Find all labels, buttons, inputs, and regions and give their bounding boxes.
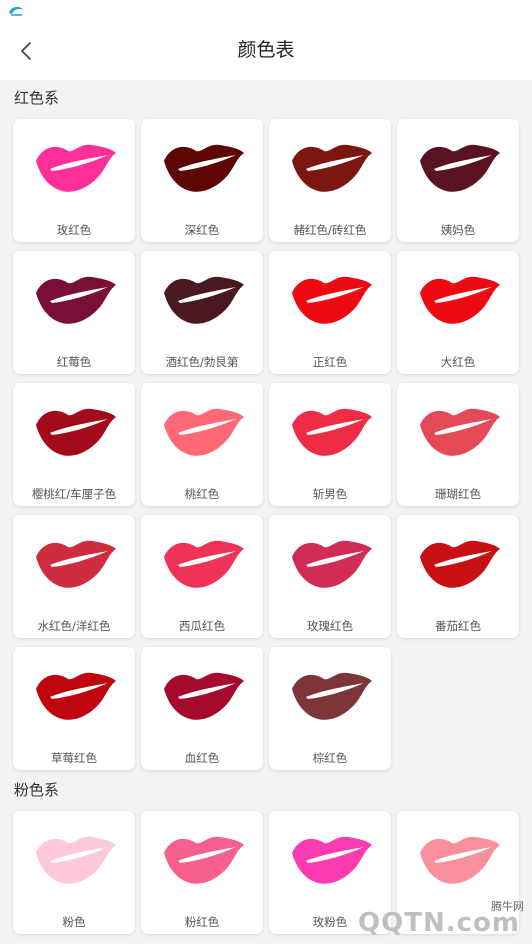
color-name-label: 酒红色/勃艮第: [165, 355, 239, 369]
lips-icon: [164, 144, 244, 192]
lips-shape: [36, 144, 116, 192]
color-name-label: 玫红色: [56, 223, 92, 237]
lips-shape: [420, 540, 500, 588]
lips-shape: [164, 276, 244, 324]
color-card[interactable]: 红莓色: [13, 251, 135, 374]
color-name-label: 深红色: [184, 223, 220, 237]
color-name-label: 姨妈色: [440, 223, 476, 237]
lips-icon: [420, 540, 500, 588]
color-card[interactable]: 大红色: [397, 251, 519, 374]
color-name-label: 西瓜红色: [179, 619, 225, 633]
color-name-label: 樱桃红/车厘子色: [31, 487, 117, 501]
color-name-label: 水红色/洋红色: [37, 619, 111, 633]
color-card[interactable]: 粉红色: [141, 811, 263, 934]
app-header: 颜色表: [0, 22, 532, 80]
color-card[interactable]: 酒红色/勃艮第: [141, 251, 263, 374]
red-color-grid: 玫红色 深红色 赭红色/砖红色 姨妈色红莓色 酒红色/勃艮第 正红色 大红色樱桃红/车厘子色…: [13, 119, 519, 770]
lips-icon: [292, 540, 372, 588]
color-card[interactable]: 水红色/洋红色: [13, 515, 135, 638]
lips-icon: [36, 408, 116, 456]
lips-icon: [164, 540, 244, 588]
color-name-label: 玫瑰红色: [307, 619, 353, 633]
color-card[interactable]: 深红色: [141, 119, 263, 242]
lips-shape: [420, 836, 500, 884]
color-card[interactable]: 姨妈色: [397, 119, 519, 242]
lips-shape: [164, 672, 244, 720]
color-name-label: 棕红色: [312, 751, 348, 765]
lips-icon: [420, 836, 500, 884]
lips-icon: [420, 408, 500, 456]
color-card[interactable]: 玫瑰红色: [269, 515, 391, 638]
lips-shape: [292, 408, 372, 456]
lips-shape: [164, 836, 244, 884]
lips-shape: [292, 672, 372, 720]
lips-shape: [420, 408, 500, 456]
color-name-label: 红莓色: [56, 355, 92, 369]
lips-shape: [36, 672, 116, 720]
lips-shape: [36, 836, 116, 884]
lips-icon: [292, 672, 372, 720]
lips-icon: [164, 408, 244, 456]
color-card[interactable]: 血红色: [141, 647, 263, 770]
lips-icon: [292, 144, 372, 192]
lips-icon: [292, 836, 372, 884]
lips-icon: [420, 276, 500, 324]
lips-icon: [292, 276, 372, 324]
lips-shape: [164, 408, 244, 456]
lips-shape: [292, 144, 372, 192]
color-card[interactable]: 赭红色/砖红色: [269, 119, 391, 242]
lips-icon: [164, 836, 244, 884]
color-card[interactable]: 樱桃红/车厘子色: [13, 383, 135, 506]
color-name-label: 大红色: [440, 355, 476, 369]
lips-icon: [36, 540, 116, 588]
color-card[interactable]: 番茄红色: [397, 515, 519, 638]
watermark-logo: QQTN.com: [358, 908, 520, 938]
lips-shape: [420, 144, 500, 192]
color-card[interactable]: 玫红色: [13, 119, 135, 242]
lips-shape: [292, 540, 372, 588]
page-title: 颜色表: [237, 39, 295, 61]
lips-shape: [292, 276, 372, 324]
color-card[interactable]: 西瓜红色: [141, 515, 263, 638]
color-card[interactable]: 正红色: [269, 251, 391, 374]
color-name-label: 珊瑚红色: [435, 487, 481, 501]
color-name-label: 草莓红色: [51, 751, 97, 765]
lips-shape: [164, 540, 244, 588]
section-title-pink: 粉色系: [14, 781, 60, 799]
color-name-label: 斩男色: [312, 487, 348, 501]
color-name-label: 粉色: [62, 915, 86, 929]
lips-shape: [36, 408, 116, 456]
lips-icon: [420, 144, 500, 192]
color-name-label: 番茄红色: [435, 619, 481, 633]
watermark: 腾牛网 QQTN.com: [334, 898, 524, 938]
color-name-label: 正红色: [312, 355, 348, 369]
color-card[interactable]: 斩男色: [269, 383, 391, 506]
lips-shape: [36, 276, 116, 324]
color-card[interactable]: 粉色: [13, 811, 135, 934]
lips-shape: [420, 276, 500, 324]
color-name-label: 桃红色: [184, 487, 220, 501]
section-title-red: 红色系: [14, 89, 60, 107]
color-name-label: 粉红色: [184, 915, 220, 929]
color-card[interactable]: 桃红色: [141, 383, 263, 506]
color-card[interactable]: 草莓红色: [13, 647, 135, 770]
app-notification-icon: [9, 6, 23, 16]
lips-icon: [36, 276, 116, 324]
lips-icon: [164, 276, 244, 324]
lips-shape: [164, 144, 244, 192]
lips-shape: [36, 540, 116, 588]
lips-icon: [292, 408, 372, 456]
lips-icon: [164, 672, 244, 720]
status-bar: [0, 0, 532, 22]
color-card[interactable]: 棕红色: [269, 647, 391, 770]
color-name-label: 血红色: [184, 751, 220, 765]
lips-icon: [36, 144, 116, 192]
lips-icon: [36, 836, 116, 884]
color-name-label: 赭红色/砖红色: [293, 223, 367, 237]
lips-shape: [292, 836, 372, 884]
color-card[interactable]: 珊瑚红色: [397, 383, 519, 506]
lips-icon: [36, 672, 116, 720]
